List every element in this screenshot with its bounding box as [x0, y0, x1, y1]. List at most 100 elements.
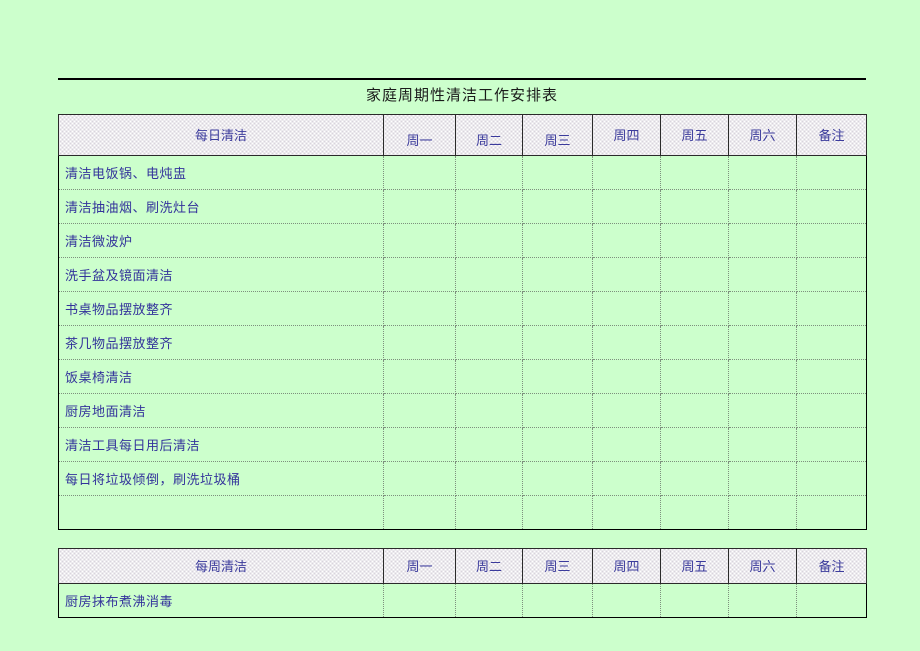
- checkbox-cell[interactable]: [592, 494, 661, 530]
- checkbox-cell[interactable]: [592, 222, 661, 258]
- checkbox-cell[interactable]: [455, 582, 523, 618]
- page-title: 家庭周期性清洁工作安排表: [365, 88, 558, 104]
- task-label: 洗手盆及镜面清洁: [58, 256, 384, 292]
- checkbox-cell[interactable]: [383, 222, 456, 258]
- checkbox-cell[interactable]: [796, 290, 867, 326]
- table-row: 饭桌椅清洁: [58, 358, 867, 394]
- checkbox-cell[interactable]: [592, 290, 661, 326]
- checkbox-cell[interactable]: [522, 460, 593, 496]
- checkbox-cell[interactable]: [383, 154, 456, 190]
- checkbox-cell[interactable]: [522, 358, 593, 394]
- checkbox-cell[interactable]: [660, 290, 729, 326]
- checkbox-cell[interactable]: [383, 460, 456, 496]
- checkbox-cell[interactable]: [660, 324, 729, 360]
- checkbox-cell[interactable]: [455, 358, 523, 394]
- checkbox-cell[interactable]: [796, 392, 867, 428]
- checkbox-cell[interactable]: [383, 392, 456, 428]
- checkbox-cell[interactable]: [728, 358, 797, 394]
- checkbox-cell[interactable]: [592, 154, 661, 190]
- checkbox-cell[interactable]: [728, 494, 797, 530]
- column-header-5: 周五: [660, 113, 729, 156]
- checkbox-cell[interactable]: [383, 290, 456, 326]
- daily-cleaning-table: 每日清洁 周一 周二 周三 周四 周五 周六 备注 清洁电饭锅、电炖盅 清洁抽油烟、刷洗灶台 清洁微…: [58, 113, 867, 530]
- checkbox-cell[interactable]: [522, 494, 593, 530]
- checkbox-cell[interactable]: [522, 290, 593, 326]
- checkbox-cell[interactable]: [522, 154, 593, 190]
- task-label: 清洁电饭锅、电炖盅: [58, 154, 384, 190]
- checkbox-cell[interactable]: [383, 582, 456, 618]
- checkbox-cell[interactable]: [383, 324, 456, 360]
- column-header-2: 周二: [455, 113, 523, 156]
- checkbox-cell[interactable]: [728, 582, 797, 618]
- checkbox-cell[interactable]: [455, 188, 523, 224]
- checkbox-cell[interactable]: [592, 256, 661, 292]
- weekly-cleaning-table: 每周清洁 周一 周二 周三 周四 周五 周六 备注 厨房抹布煮沸消毒: [58, 547, 867, 618]
- checkbox-cell[interactable]: [796, 494, 867, 530]
- checkbox-cell[interactable]: [592, 392, 661, 428]
- checkbox-cell[interactable]: [728, 426, 797, 462]
- checkbox-cell[interactable]: [796, 358, 867, 394]
- checkbox-cell[interactable]: [796, 188, 867, 224]
- checkbox-cell[interactable]: [455, 256, 523, 292]
- checkbox-cell[interactable]: [383, 494, 456, 530]
- checkbox-cell[interactable]: [592, 426, 661, 462]
- checkbox-cell[interactable]: [728, 460, 797, 496]
- checkbox-cell[interactable]: [728, 392, 797, 428]
- checkbox-cell[interactable]: [796, 324, 867, 360]
- checkbox-cell[interactable]: [728, 324, 797, 360]
- checkbox-cell[interactable]: [455, 460, 523, 496]
- checkbox-cell[interactable]: [660, 494, 729, 530]
- checkbox-cell[interactable]: [522, 582, 593, 618]
- checkbox-cell[interactable]: [522, 392, 593, 428]
- checkbox-cell[interactable]: [796, 460, 867, 496]
- task-label: 每日将垃圾倾倒，刷洗垃圾桶: [58, 460, 384, 496]
- checkbox-cell[interactable]: [660, 460, 729, 496]
- checkbox-cell[interactable]: [660, 392, 729, 428]
- checkbox-cell[interactable]: [660, 188, 729, 224]
- task-label: 清洁工具每日用后清洁: [58, 426, 384, 462]
- table-row: 茶几物品摆放整齐: [58, 324, 867, 360]
- checkbox-cell[interactable]: [455, 392, 523, 428]
- checkbox-cell[interactable]: [660, 222, 729, 258]
- checkbox-cell[interactable]: [383, 256, 456, 292]
- checkbox-cell[interactable]: [728, 256, 797, 292]
- column-header-3: 周三: [522, 547, 593, 584]
- category-header: 每周清洁: [58, 547, 384, 584]
- checkbox-cell[interactable]: [592, 324, 661, 360]
- checkbox-cell[interactable]: [455, 290, 523, 326]
- checkbox-cell[interactable]: [660, 358, 729, 394]
- checkbox-cell[interactable]: [522, 222, 593, 258]
- checkbox-cell[interactable]: [592, 582, 661, 618]
- checkbox-cell[interactable]: [455, 154, 523, 190]
- checkbox-cell[interactable]: [455, 426, 523, 462]
- checkbox-cell[interactable]: [728, 290, 797, 326]
- checkbox-cell[interactable]: [660, 256, 729, 292]
- checkbox-cell[interactable]: [522, 426, 593, 462]
- column-header-4: 周四: [592, 547, 661, 584]
- checkbox-cell[interactable]: [796, 256, 867, 292]
- checkbox-cell[interactable]: [660, 426, 729, 462]
- checkbox-cell[interactable]: [455, 222, 523, 258]
- checkbox-cell[interactable]: [796, 426, 867, 462]
- task-label: 书桌物品摆放整齐: [58, 290, 384, 326]
- checkbox-cell[interactable]: [660, 582, 729, 618]
- checkbox-cell[interactable]: [728, 222, 797, 258]
- checkbox-cell[interactable]: [592, 358, 661, 394]
- checkbox-cell[interactable]: [796, 222, 867, 258]
- checkbox-cell[interactable]: [592, 188, 661, 224]
- checkbox-cell[interactable]: [728, 188, 797, 224]
- checkbox-cell[interactable]: [728, 154, 797, 190]
- task-label: 清洁微波炉: [58, 222, 384, 258]
- checkbox-cell[interactable]: [592, 460, 661, 496]
- checkbox-cell[interactable]: [383, 426, 456, 462]
- checkbox-cell[interactable]: [796, 582, 867, 618]
- checkbox-cell[interactable]: [383, 358, 456, 394]
- checkbox-cell[interactable]: [522, 256, 593, 292]
- checkbox-cell[interactable]: [383, 188, 456, 224]
- checkbox-cell[interactable]: [522, 188, 593, 224]
- checkbox-cell[interactable]: [796, 154, 867, 190]
- checkbox-cell[interactable]: [522, 324, 593, 360]
- checkbox-cell[interactable]: [455, 324, 523, 360]
- checkbox-cell[interactable]: [455, 494, 523, 530]
- checkbox-cell[interactable]: [660, 154, 729, 190]
